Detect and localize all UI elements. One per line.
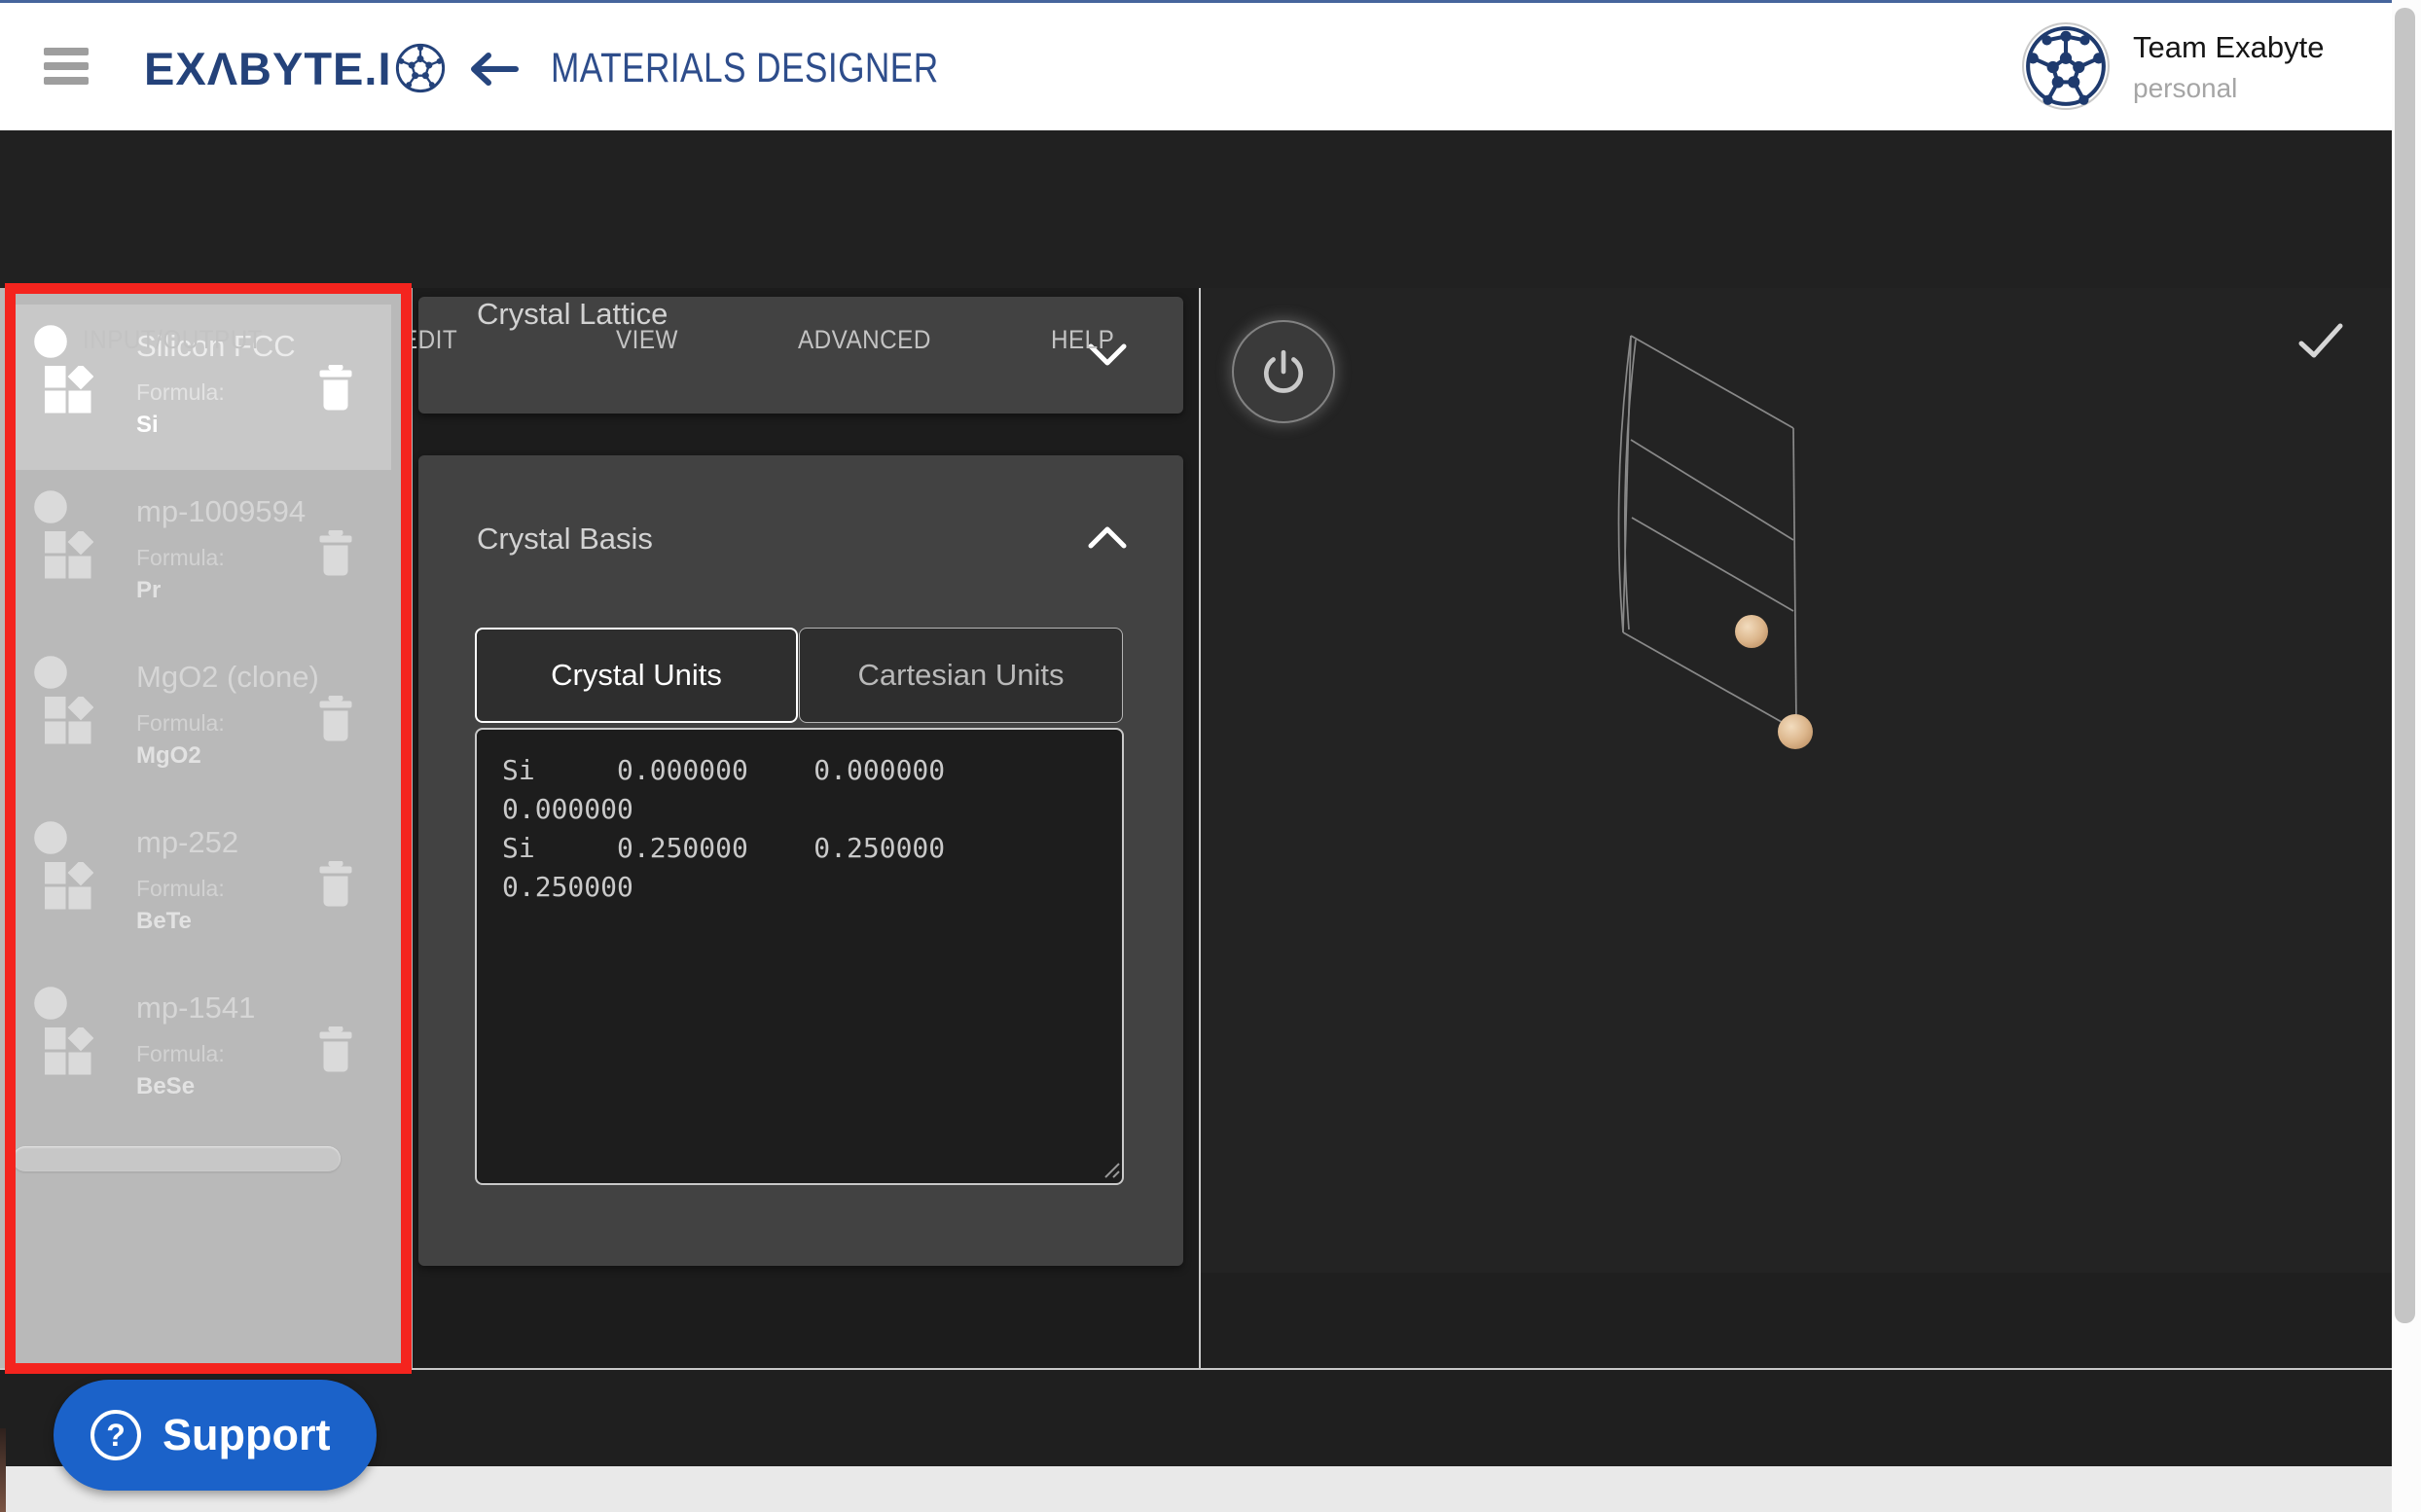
team-avatar[interactable] (2022, 22, 2110, 110)
material-name: MgO2 (clone) (136, 660, 319, 695)
material-formula: Si (136, 412, 159, 439)
app-header: EXΛBYTE.I MATERIALS DESIGNER (0, 3, 2421, 130)
check-circle-icon[interactable] (32, 488, 69, 525)
back-arrow-icon[interactable] (466, 52, 519, 87)
question-mark-icon: ? (90, 1410, 141, 1460)
crystal-lattice-section[interactable]: Crystal Lattice (418, 297, 1183, 414)
material-item-mgo2-clone[interactable]: MgO2 (clone) Formula: MgO2 (13, 635, 391, 801)
delete-icon[interactable] (318, 696, 353, 741)
delete-icon[interactable] (318, 861, 353, 907)
material-formula: BeSe (136, 1073, 195, 1100)
formula-label: Formula: (136, 1041, 225, 1067)
menu-help[interactable]: HELP (1051, 325, 1114, 355)
confirm-check-icon[interactable] (2298, 323, 2343, 360)
formula-label: Formula: (136, 379, 225, 406)
formula-label: Formula: (136, 545, 225, 571)
formula-label: Formula: (136, 876, 225, 902)
check-circle-icon[interactable] (32, 819, 69, 856)
check-circle-icon[interactable] (32, 654, 69, 691)
widgets-icon (45, 862, 93, 910)
power-icon (1259, 347, 1308, 396)
menu-view[interactable]: VIEW (616, 325, 678, 355)
exabyte-logo-text[interactable]: EXΛBYTE.I (144, 42, 392, 95)
page-scrollbar-thumb[interactable] (2395, 8, 2415, 1323)
atom-sphere[interactable] (1778, 714, 1813, 749)
check-circle-icon[interactable] (32, 323, 69, 360)
material-item-mp-252[interactable]: mp-252 Formula: BeTe (13, 801, 391, 966)
top-accent-line (0, 0, 2392, 3)
user-name: Team Exabyte (2133, 30, 2324, 65)
atom-sphere[interactable] (1735, 615, 1768, 648)
widgets-icon (45, 366, 93, 414)
tab-crystal-units[interactable]: Crystal Units (475, 628, 798, 723)
crystal-cell-wireframe (1201, 288, 2392, 1273)
material-formula: BeTe (136, 908, 192, 935)
crystal-basis-title: Crystal Basis (477, 522, 653, 557)
material-name: mp-252 (136, 825, 238, 860)
menu-advanced[interactable]: ADVANCED (798, 325, 931, 355)
page-title: MATERIALS DESIGNER (551, 45, 939, 92)
material-name: mp-1009594 (136, 494, 306, 529)
material-name: mp-1541 (136, 990, 255, 1026)
delete-icon[interactable] (318, 365, 353, 411)
formula-label: Formula: (136, 710, 225, 737)
crystal-basis-section: Crystal Basis Crystal Units Cartesian Un… (418, 455, 1183, 1266)
materials-sidebar: Silicon FCC Formula: Si mp-1009594 Formu… (0, 288, 413, 1368)
sidebar-horizontal-scrollbar[interactable] (13, 1146, 341, 1171)
material-formula: Pr (136, 577, 161, 604)
units-tabs: Crystal Units Cartesian Units (475, 628, 1123, 723)
support-label: Support (163, 1410, 330, 1460)
widgets-icon (45, 531, 93, 579)
user-role: personal (2133, 73, 2237, 104)
main-menu-bar: INPUT/OUTPUT EDIT VIEW ADVANCED HELP (0, 130, 2421, 288)
menu-input-output[interactable]: INPUT/OUTPUT (83, 325, 263, 355)
viewport-lower-strip (1201, 1273, 2392, 1368)
material-formula: MgO2 (136, 742, 201, 770)
delete-icon[interactable] (318, 1026, 353, 1072)
material-item-mp-1541[interactable]: mp-1541 Formula: BeSe (13, 966, 391, 1132)
tab-cartesian-units[interactable]: Cartesian Units (799, 628, 1123, 723)
edge-artifact (0, 1428, 6, 1512)
support-button[interactable]: ? Support (54, 1380, 377, 1491)
basis-coordinates-input[interactable]: Si 0.000000 0.000000 0.000000 Si 0.25000… (475, 728, 1124, 1185)
page-scrollbar-track[interactable] (2392, 0, 2421, 1512)
power-toggle-button[interactable] (1232, 320, 1335, 423)
hamburger-menu-icon[interactable] (44, 48, 89, 89)
menu-edit[interactable]: EDIT (402, 325, 457, 355)
widgets-icon (45, 1027, 93, 1075)
exabyte-logo-ball-icon (395, 43, 446, 93)
widgets-icon (45, 697, 93, 744)
chevron-up-icon[interactable] (1088, 525, 1127, 549)
delete-icon[interactable] (318, 530, 353, 576)
check-circle-icon[interactable] (32, 985, 69, 1022)
material-item-mp-1009594[interactable]: mp-1009594 Formula: Pr (13, 470, 391, 635)
